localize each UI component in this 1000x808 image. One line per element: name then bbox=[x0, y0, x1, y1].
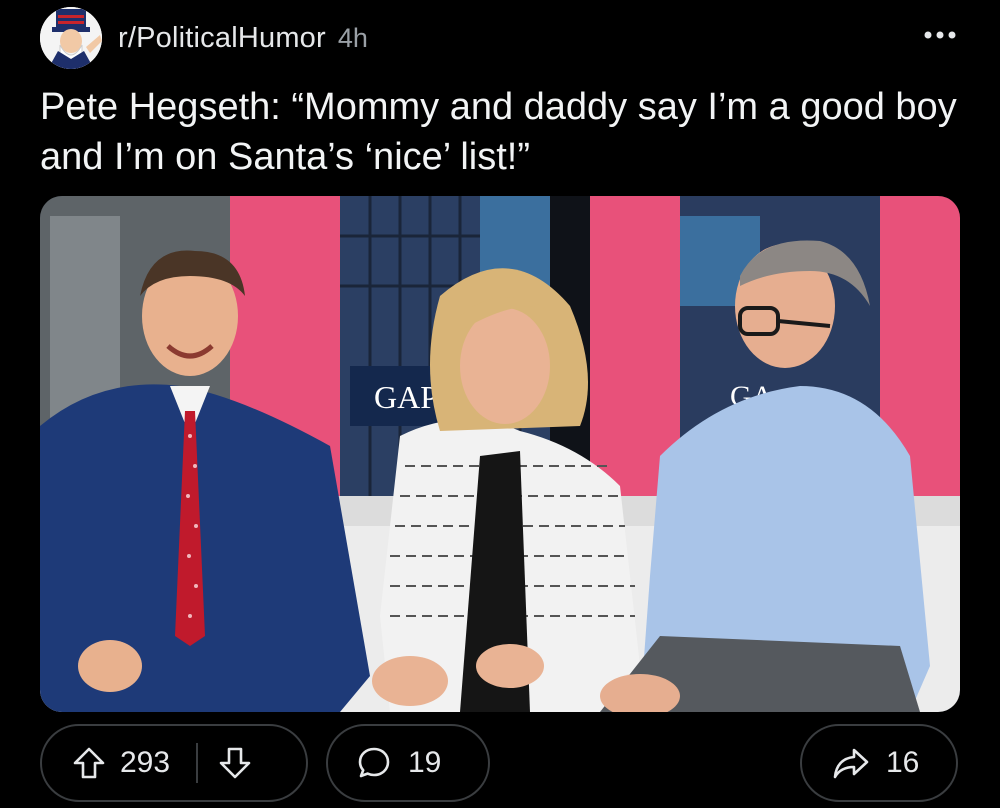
gap-sign: GAP bbox=[374, 379, 438, 415]
upvote-count: 293 bbox=[120, 746, 171, 779]
uncle-sam-avatar-icon bbox=[40, 7, 102, 69]
upvote-arrow-icon bbox=[73, 747, 105, 779]
more-options-button[interactable] bbox=[920, 20, 960, 50]
post-age: 4h bbox=[337, 22, 368, 53]
share-arrow-icon bbox=[832, 746, 870, 780]
comments-button[interactable]: 19 bbox=[326, 724, 490, 802]
subreddit-name[interactable]: r/PoliticalHumor bbox=[118, 22, 326, 55]
comment-count: 19 bbox=[408, 746, 442, 779]
comment-bubble-icon bbox=[356, 745, 392, 781]
downvote-button[interactable] bbox=[218, 746, 252, 780]
share-button[interactable]: 16 bbox=[800, 724, 958, 802]
subreddit-avatar[interactable] bbox=[40, 7, 102, 69]
post-header: r/PoliticalHumor 4h bbox=[40, 6, 960, 70]
vote-control: 293 bbox=[40, 724, 308, 802]
post-title[interactable]: Pete Hegseth: “Mommy and daddy say I’m a… bbox=[40, 82, 960, 182]
vote-divider bbox=[196, 743, 198, 783]
downvote-arrow-icon bbox=[219, 747, 251, 779]
upvote-button[interactable] bbox=[72, 746, 106, 780]
more-options-icon bbox=[924, 31, 956, 39]
post-image[interactable]: GAP GA bbox=[40, 196, 960, 712]
share-count: 16 bbox=[886, 746, 920, 779]
post-photo: GAP GA bbox=[40, 196, 960, 712]
